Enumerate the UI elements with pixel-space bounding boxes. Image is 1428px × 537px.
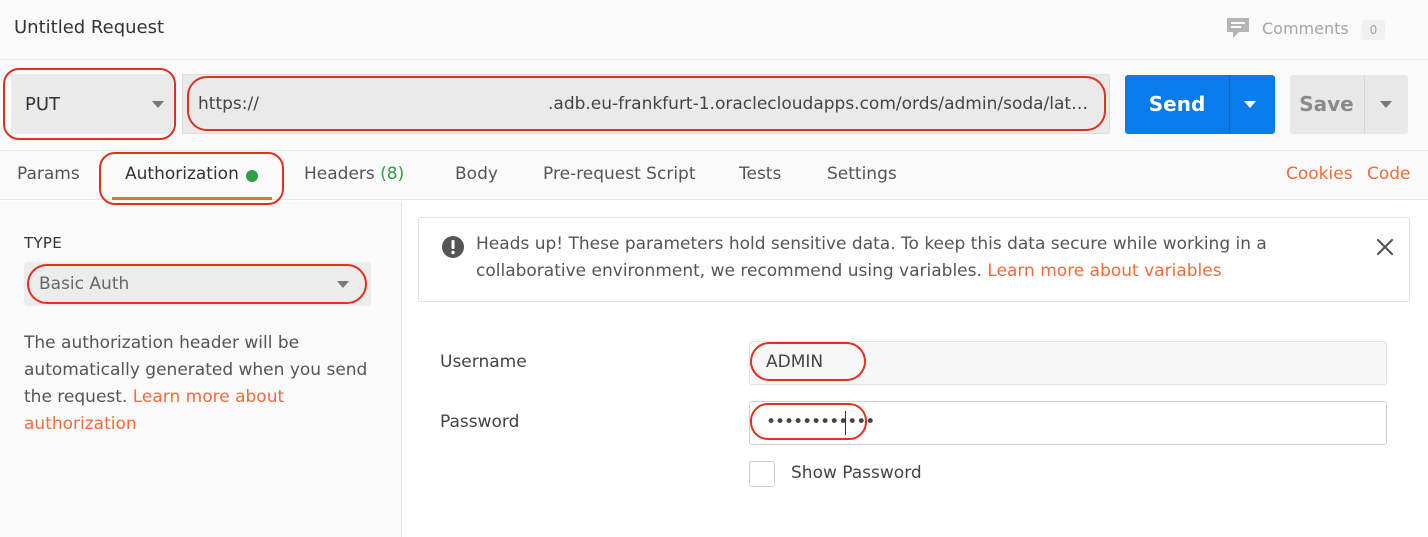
send-divider: [1229, 75, 1230, 134]
request-title[interactable]: Untitled Request: [14, 17, 164, 38]
annotation-ring-method: [3, 68, 176, 140]
type-label: TYPE: [24, 234, 63, 252]
annotation-ring-auth-type: [27, 264, 367, 304]
tab-params[interactable]: Params: [17, 164, 80, 184]
save-label: Save: [1299, 92, 1354, 116]
password-label: Password: [440, 412, 520, 432]
alert-message: Heads up! These parameters hold sensitiv…: [476, 231, 1336, 285]
cookies-link[interactable]: Cookies: [1286, 164, 1353, 184]
comment-icon[interactable]: [1226, 17, 1250, 39]
tab-headers-count: (8): [380, 164, 405, 184]
annotation-ring-url: [187, 76, 1106, 131]
warning-icon: [441, 235, 465, 259]
close-icon[interactable]: [1374, 236, 1396, 258]
annotation-ring-username: [750, 342, 866, 381]
tab-settings[interactable]: Settings: [827, 164, 897, 184]
comments-button[interactable]: Comments: [1262, 19, 1349, 38]
tab-body[interactable]: Body: [455, 164, 498, 184]
annotation-ring-password: [750, 403, 867, 440]
save-options-chevron-icon[interactable]: [1380, 101, 1392, 108]
send-options-chevron-icon[interactable]: [1244, 101, 1256, 108]
show-password-label[interactable]: Show Password: [791, 463, 922, 483]
annotation-ring-authorization-tab: [99, 152, 284, 205]
send-label: Send: [1148, 92, 1206, 116]
tab-pre-request-script[interactable]: Pre-request Script: [543, 164, 696, 184]
auth-description: The authorization header will be automat…: [24, 330, 374, 438]
code-link[interactable]: Code: [1367, 164, 1411, 184]
show-password-checkbox[interactable]: [749, 461, 775, 487]
save-divider: [1364, 75, 1365, 134]
tab-headers[interactable]: Headers (8): [304, 164, 404, 184]
tab-tests[interactable]: Tests: [739, 164, 781, 184]
title-bar: [0, 0, 1428, 60]
tab-headers-label: Headers: [304, 164, 375, 184]
learn-more-variables-link[interactable]: Learn more about variables: [987, 261, 1221, 281]
username-label: Username: [440, 352, 527, 372]
comments-count-badge: 0: [1362, 20, 1385, 40]
